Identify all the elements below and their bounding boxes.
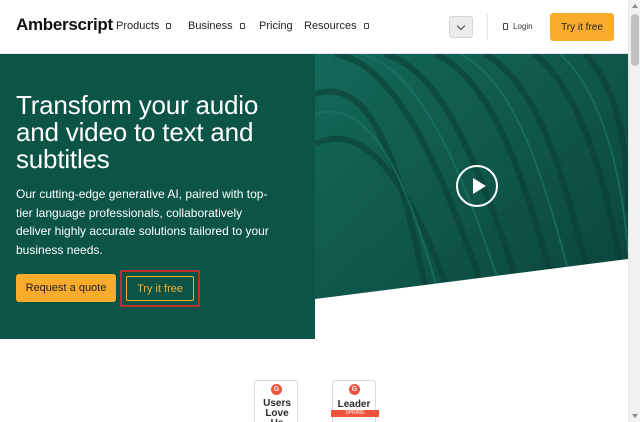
nav-divider xyxy=(487,14,488,40)
nav-resources[interactable]: Resources xyxy=(304,20,369,32)
user-icon xyxy=(503,23,508,30)
play-icon xyxy=(472,178,486,194)
g2-badge-leader: G Leader SPRING xyxy=(331,380,379,422)
dropdown-icon xyxy=(363,23,369,29)
logo[interactable]: Amberscript xyxy=(16,15,113,35)
scroll-thumb[interactable] xyxy=(631,14,639,66)
chevron-down-icon xyxy=(456,21,466,30)
g2-badge-users-love-us: G Users Love Us xyxy=(254,380,298,422)
login-link[interactable]: Login xyxy=(503,22,533,31)
login-label: Login xyxy=(513,22,533,31)
nav-pricing-label: Pricing xyxy=(259,20,293,32)
try-free-hero-button[interactable]: Try it free xyxy=(126,276,194,301)
badge-text: Users Love Us xyxy=(263,398,291,422)
nav-business[interactable]: Business xyxy=(188,20,245,32)
dropdown-icon xyxy=(166,23,172,29)
try-free-highlight: Try it free xyxy=(120,270,200,307)
language-selector[interactable] xyxy=(449,16,473,38)
nav-resources-label: Resources xyxy=(304,20,357,32)
badge-ribbon: SPRING xyxy=(331,410,379,417)
scrollbar[interactable] xyxy=(628,0,640,422)
play-button[interactable] xyxy=(456,165,498,207)
hero-subtitle: Our cutting-edge generative AI, paired w… xyxy=(16,187,269,257)
top-nav: Amberscript Products Business Pricing Re… xyxy=(0,0,628,54)
nav-products[interactable]: Products xyxy=(116,20,172,32)
dropdown-icon xyxy=(239,23,245,29)
g2-logo-icon: G xyxy=(271,384,282,395)
nav-pricing[interactable]: Pricing xyxy=(259,20,293,32)
nav-business-label: Business xyxy=(188,20,233,32)
request-quote-button[interactable]: Request a quote xyxy=(16,274,116,302)
scroll-up-icon[interactable] xyxy=(632,4,638,8)
badge-text: Leader xyxy=(337,399,371,410)
g2-logo-icon: G xyxy=(349,384,360,395)
try-free-nav-button[interactable]: Try it free xyxy=(550,13,614,41)
hero-title: Transform your audio and video to text a… xyxy=(16,90,259,174)
nav-products-label: Products xyxy=(116,20,160,32)
scroll-down-icon[interactable] xyxy=(632,414,638,418)
